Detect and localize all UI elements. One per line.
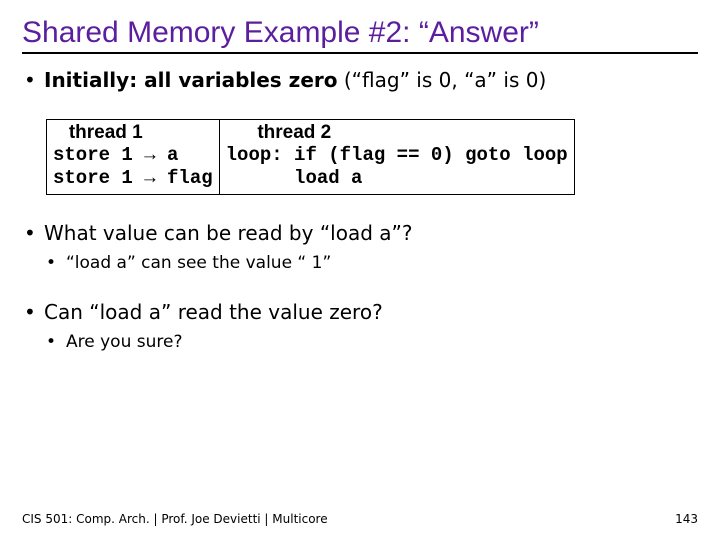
- code-table: thread 1 store 1 → a store 1 → flag thre…: [46, 119, 575, 195]
- thread2-cell: thread 2 loop: if (flag == 0) goto loop …: [219, 120, 574, 195]
- bullet-whatvalue-text: What value can be read by “load a”?: [44, 221, 413, 245]
- footer-left: CIS 501: Comp. Arch. | Prof. Joe Deviett…: [22, 512, 328, 526]
- bullet-canread-text: Can “load a” read the value zero?: [44, 300, 383, 324]
- bullet-initially-bold: Initially: all variables zero: [44, 68, 338, 92]
- bullet-whatvalue: What value can be read by “load a”? “loa…: [22, 221, 698, 274]
- bullet-initially-rest: (“flag” is 0, “a” is 0): [338, 68, 547, 92]
- title-rule: [22, 52, 698, 54]
- bullet-whatvalue-sub: “load a” can see the value “ 1”: [44, 252, 698, 274]
- thread2-header: thread 2: [226, 122, 568, 144]
- bullet-initially: Initially: all variables zero (“flag” is…: [22, 68, 698, 93]
- bullet-canread-sub: Are you sure?: [44, 331, 698, 353]
- bullet-list-2: What value can be read by “load a”? “loa…: [22, 221, 698, 353]
- thread2-code: loop: if (flag == 0) goto loop load a: [226, 144, 568, 190]
- thread1-header: thread 1: [53, 122, 213, 144]
- page-number: 143: [675, 512, 698, 526]
- thread1-cell: thread 1 store 1 → a store 1 → flag: [47, 120, 220, 195]
- slide-title: Shared Memory Example #2: “Answer”: [22, 16, 698, 50]
- thread1-code: store 1 → a store 1 → flag: [53, 144, 213, 190]
- bullet-canread: Can “load a” read the value zero? Are yo…: [22, 300, 698, 353]
- code-block: thread 1 store 1 → a store 1 → flag thre…: [46, 119, 698, 195]
- footer: CIS 501: Comp. Arch. | Prof. Joe Deviett…: [22, 512, 698, 526]
- bullet-list: Initially: all variables zero (“flag” is…: [22, 68, 698, 93]
